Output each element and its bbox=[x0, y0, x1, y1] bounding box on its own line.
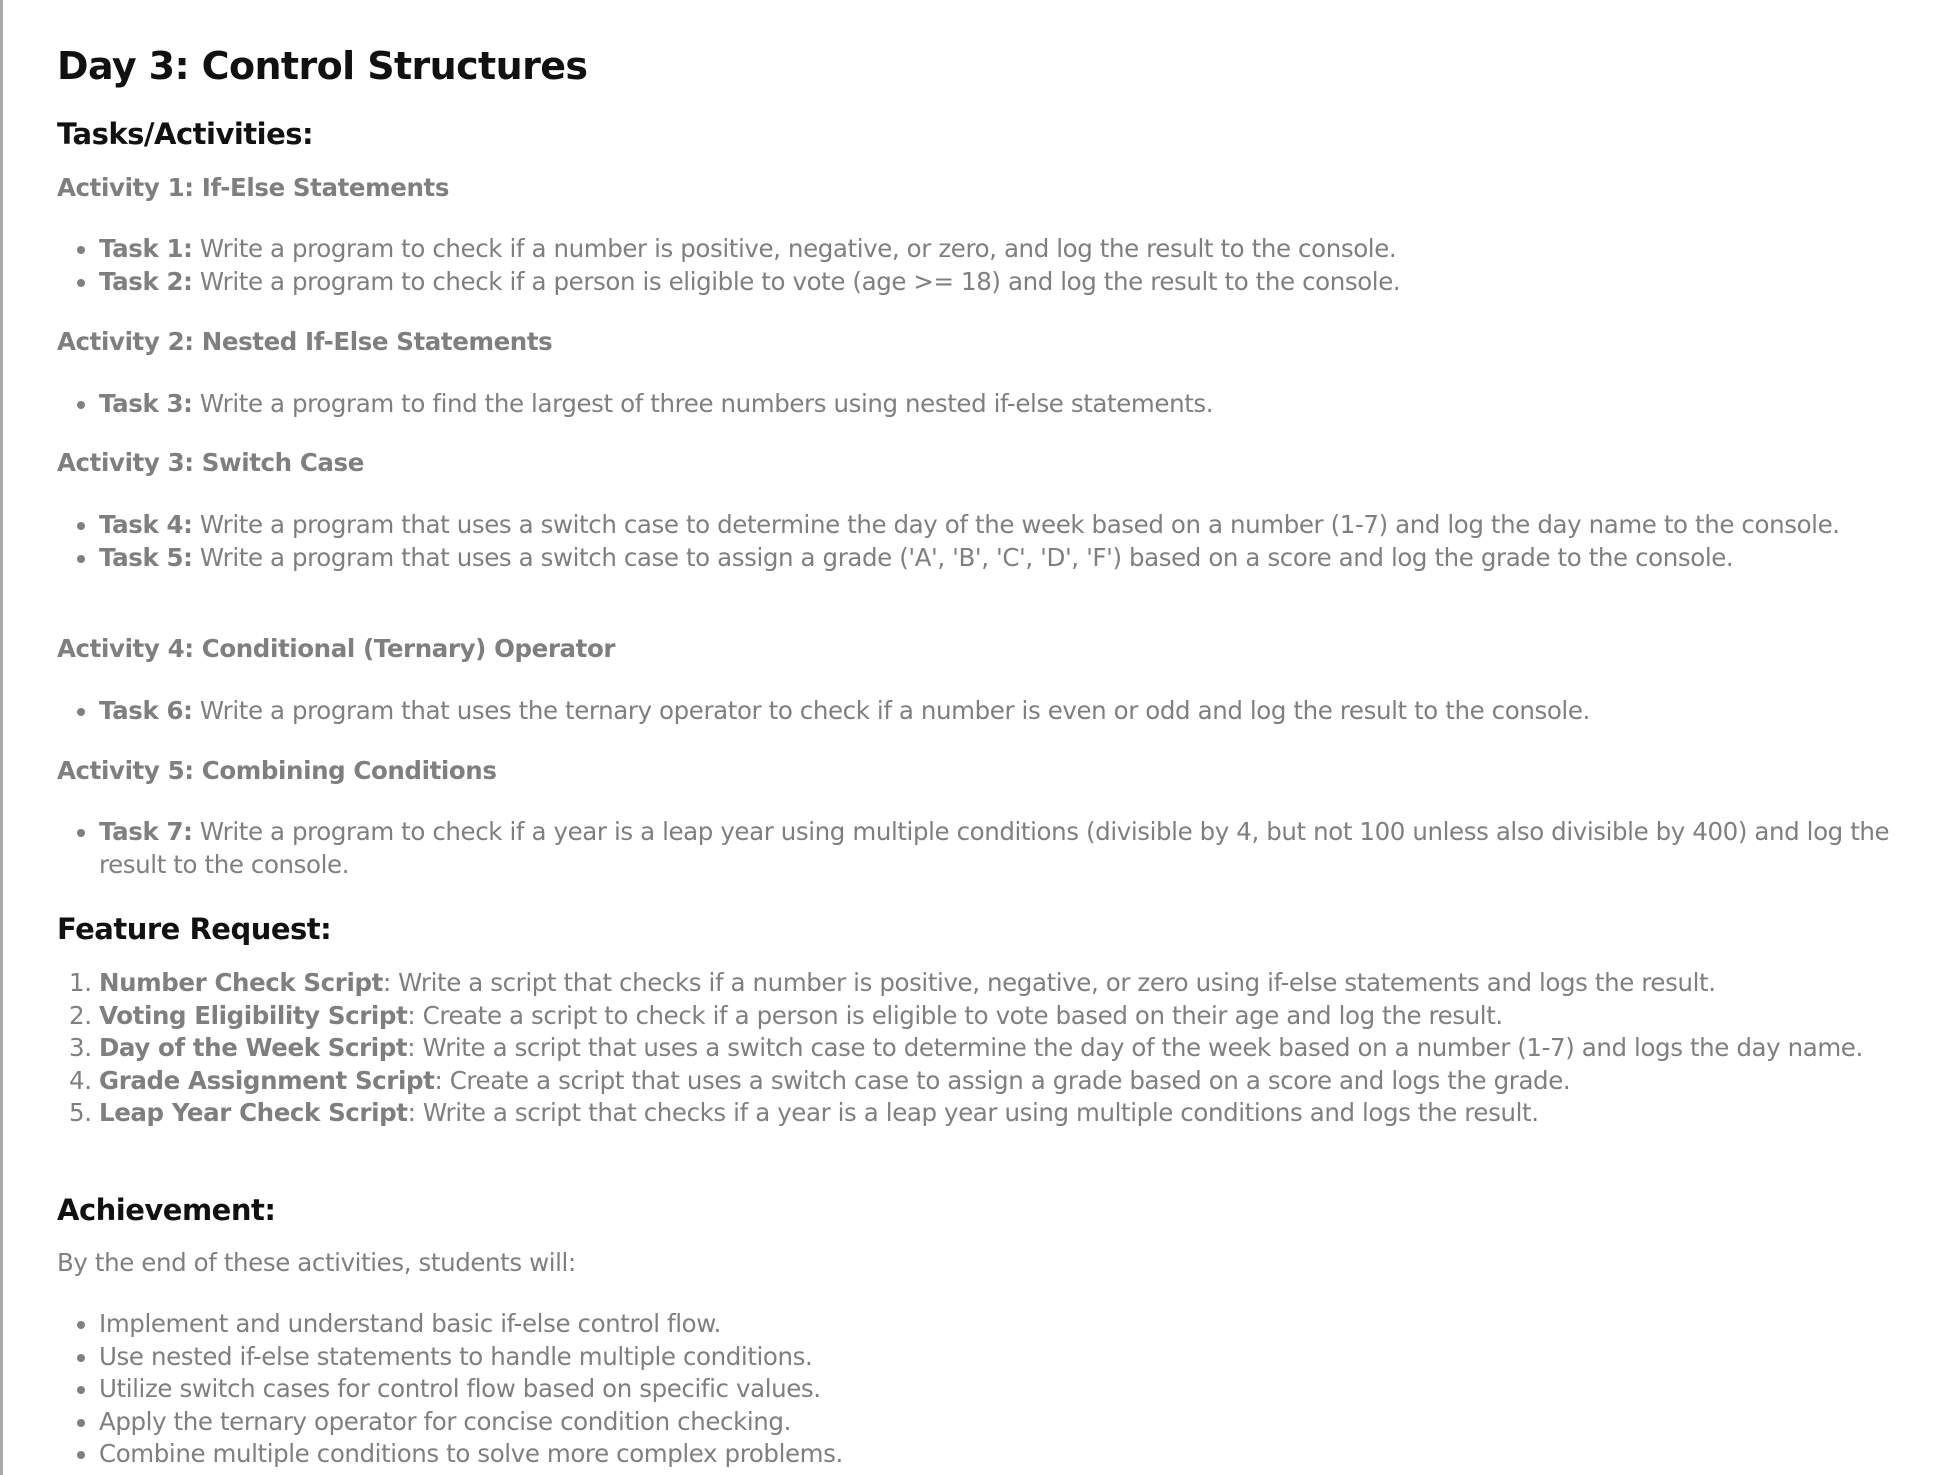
feature-item: Grade Assignment Script: Create a script… bbox=[99, 1065, 1917, 1098]
achievement-item: Combine multiple conditions to solve mor… bbox=[99, 1438, 1917, 1471]
achievement-item: Implement and understand basic if-else c… bbox=[99, 1308, 1917, 1341]
page-title: Day 3: Control Structures bbox=[57, 44, 588, 88]
feature-label: Day of the Week Script bbox=[99, 1033, 408, 1062]
task-item: Task 6: Write a program that uses the te… bbox=[99, 695, 1917, 728]
task-label: Task 4: bbox=[99, 510, 193, 539]
task-text: Write a program that uses a switch case … bbox=[192, 542, 1734, 572]
feature-item: Number Check Script: Write a script that… bbox=[99, 967, 1917, 1000]
task-label: Task 2: bbox=[99, 266, 193, 296]
task-label: Task 7: bbox=[99, 817, 193, 846]
feature-label: Leap Year Check Script bbox=[99, 1098, 408, 1127]
feature-text: : Create a script that uses a switch cas… bbox=[434, 1065, 1571, 1095]
activity-4-title: Activity 4: Conditional (Ternary) Operat… bbox=[57, 634, 616, 663]
task-item: Task 4: Write a program that uses a swit… bbox=[99, 509, 1917, 542]
task-text: Write a program to check if a person is … bbox=[192, 266, 1401, 296]
activity-1-tasks: Task 1: Write a program to check if a nu… bbox=[57, 233, 1917, 298]
task-label: Task 3: bbox=[99, 389, 193, 418]
activity-4-tasks: Task 6: Write a program that uses the te… bbox=[57, 695, 1917, 728]
task-item: Task 7: Write a program to check if a ye… bbox=[99, 816, 1917, 881]
task-text: Write a program that uses a switch case … bbox=[192, 510, 1840, 539]
feature-label: Grade Assignment Script bbox=[99, 1065, 435, 1095]
activity-5-title: Activity 5: Combining Conditions bbox=[57, 756, 497, 785]
achievement-intro: By the end of these activities, students… bbox=[57, 1248, 576, 1277]
achievement-item: Apply the ternary operator for concise c… bbox=[99, 1406, 1917, 1439]
feature-request-heading: Feature Request: bbox=[57, 912, 332, 946]
task-item: Task 3: Write a program to find the larg… bbox=[99, 388, 1917, 421]
feature-label: Voting Eligibility Script bbox=[99, 1000, 408, 1030]
achievement-item: Use nested if-else statements to handle … bbox=[99, 1341, 1917, 1374]
feature-item: Day of the Week Script: Write a script t… bbox=[99, 1032, 1917, 1065]
task-text: Write a program to check if a year is a … bbox=[99, 817, 1890, 879]
activity-5-tasks: Task 7: Write a program to check if a ye… bbox=[57, 816, 1917, 881]
feature-text: : Write a script that uses a switch case… bbox=[407, 1033, 1863, 1062]
task-label: Task 1: bbox=[99, 234, 193, 263]
achievement-list: Implement and understand basic if-else c… bbox=[57, 1308, 1917, 1471]
task-text: Write a program to find the largest of t… bbox=[192, 389, 1214, 418]
task-text: Write a program that uses the ternary op… bbox=[192, 696, 1590, 725]
feature-text: : Write a script that checks if a year i… bbox=[407, 1098, 1539, 1127]
activity-2-title: Activity 2: Nested If-Else Statements bbox=[57, 327, 553, 356]
task-label: Task 6: bbox=[99, 696, 193, 725]
achievement-heading: Achievement: bbox=[57, 1193, 276, 1227]
left-border bbox=[0, 0, 3, 1475]
task-item: Task 5: Write a program that uses a swit… bbox=[99, 542, 1917, 575]
activity-2-tasks: Task 3: Write a program to find the larg… bbox=[57, 388, 1917, 421]
activity-3-title: Activity 3: Switch Case bbox=[57, 448, 364, 477]
task-item: Task 2: Write a program to check if a pe… bbox=[99, 266, 1917, 299]
task-label: Task 5: bbox=[99, 542, 193, 572]
feature-item: Voting Eligibility Script: Create a scri… bbox=[99, 1000, 1917, 1033]
feature-text: : Write a script that checks if a number… bbox=[382, 968, 1716, 997]
achievement-item: Utilize switch cases for control flow ba… bbox=[99, 1373, 1917, 1406]
task-text: Write a program to check if a number is … bbox=[192, 234, 1397, 263]
activity-1-title: Activity 1: If-Else Statements bbox=[57, 173, 450, 202]
task-item: Task 1: Write a program to check if a nu… bbox=[99, 233, 1917, 266]
tasks-heading: Tasks/Activities: bbox=[57, 117, 314, 151]
feature-list: Number Check Script: Write a script that… bbox=[57, 967, 1917, 1130]
feature-label: Number Check Script bbox=[99, 968, 383, 997]
activity-3-tasks: Task 4: Write a program that uses a swit… bbox=[57, 509, 1917, 574]
feature-text: : Create a script to check if a person i… bbox=[407, 1000, 1503, 1030]
feature-item: Leap Year Check Script: Write a script t… bbox=[99, 1097, 1917, 1130]
